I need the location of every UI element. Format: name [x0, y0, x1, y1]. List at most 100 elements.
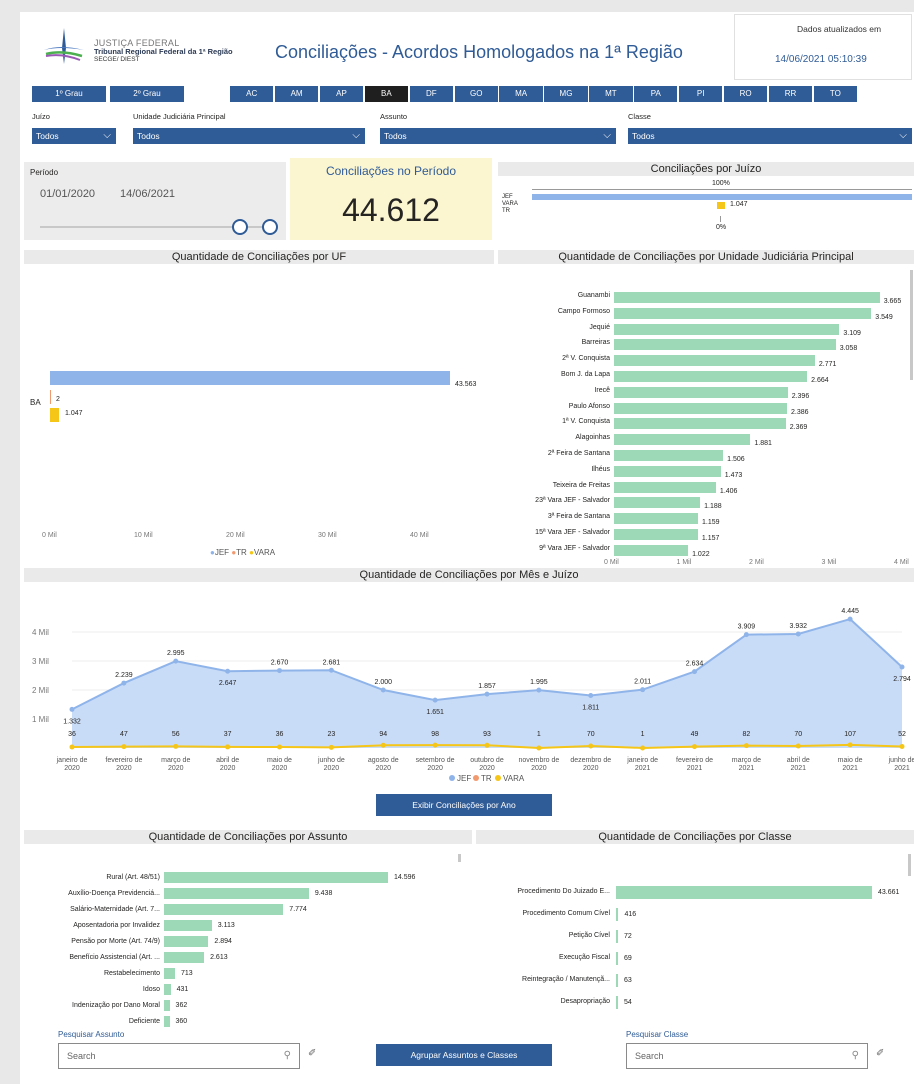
uf-bar-jef[interactable] — [50, 371, 450, 385]
juizo-bar-vara[interactable] — [717, 202, 725, 209]
uf-button-to[interactable]: TO — [813, 86, 858, 102]
scrollbar[interactable] — [908, 854, 911, 876]
assunto-bar[interactable] — [164, 920, 212, 931]
unidade-bar[interactable] — [614, 434, 751, 446]
eraser-icon[interactable]: ✐ — [876, 1048, 884, 1059]
period-end[interactable]: 14/06/2021 — [120, 188, 175, 200]
period-slider-handle-start[interactable] — [232, 219, 248, 235]
jef-point[interactable] — [588, 692, 594, 698]
unidade-bar[interactable] — [614, 513, 699, 525]
assunto-bar[interactable] — [164, 968, 175, 979]
jef-point[interactable] — [640, 687, 646, 693]
button-2-grau[interactable]: 2º Grau — [110, 86, 184, 102]
unidade-bar[interactable] — [614, 323, 840, 335]
unidade-bar[interactable] — [614, 481, 716, 493]
jef-point[interactable] — [743, 632, 749, 638]
jef-point[interactable] — [847, 616, 853, 622]
unidade-bar[interactable] — [614, 497, 701, 509]
vara-point[interactable] — [743, 743, 749, 749]
unidade-bar[interactable] — [614, 544, 689, 556]
vara-point[interactable] — [795, 743, 801, 749]
eraser-icon[interactable]: ✐ — [308, 1048, 316, 1059]
uf-bar-vara[interactable] — [50, 408, 59, 422]
assunto-bar[interactable] — [164, 1016, 170, 1027]
juizo-bar-jef[interactable] — [532, 194, 912, 200]
search-classe-input[interactable]: Search ⚲ — [626, 1043, 868, 1069]
jef-point[interactable] — [277, 668, 282, 674]
assunto-bar[interactable] — [164, 936, 209, 947]
unidade-bar[interactable] — [614, 465, 721, 477]
unidade-bar[interactable] — [614, 418, 786, 430]
vara-point[interactable] — [536, 745, 542, 751]
classe-bar[interactable] — [616, 908, 619, 921]
assunto-bar[interactable] — [164, 1000, 170, 1011]
vara-point[interactable] — [121, 744, 127, 750]
uf-button-am[interactable]: AM — [274, 86, 319, 102]
jef-point[interactable] — [69, 706, 75, 712]
unidade-bar[interactable] — [614, 339, 836, 351]
unidade-bar[interactable] — [614, 529, 698, 540]
uf-button-ro[interactable]: RO — [723, 86, 768, 102]
classe-bar[interactable] — [616, 930, 618, 943]
unidade-bar[interactable] — [614, 371, 808, 382]
exibir-por-ano-button[interactable]: Exibir Conciliações por Ano — [376, 794, 552, 816]
unidade-bar[interactable] — [614, 450, 724, 461]
jef-point[interactable] — [484, 691, 490, 697]
unidade-bar[interactable] — [614, 402, 787, 414]
jef-point[interactable] — [173, 658, 179, 664]
jef-point[interactable] — [121, 680, 127, 686]
vara-point[interactable] — [640, 745, 646, 751]
button-1-grau[interactable]: 1º Grau — [32, 86, 106, 102]
uf-button-ac[interactable]: AC — [230, 86, 274, 102]
jef-point[interactable] — [380, 687, 386, 693]
vara-point[interactable] — [225, 744, 231, 750]
filter-unidade-dropdown[interactable]: Todos ⌵ — [133, 128, 365, 144]
vara-point[interactable] — [173, 743, 179, 749]
assunto-bar[interactable] — [164, 984, 171, 995]
uf-bar-tr[interactable] — [50, 390, 51, 404]
vara-point[interactable] — [277, 744, 282, 750]
agrupar-button[interactable]: Agrupar Assuntos e Classes — [376, 1044, 552, 1066]
assunto-bar[interactable] — [164, 872, 388, 883]
vara-point[interactable] — [69, 744, 75, 750]
vara-point[interactable] — [432, 742, 438, 748]
uf-button-mt[interactable]: MT — [589, 86, 633, 102]
filter-juizo-dropdown[interactable]: Todos ⌵ — [32, 128, 116, 144]
assunto-bar[interactable] — [164, 952, 205, 963]
unidade-bar[interactable] — [614, 355, 815, 367]
filter-classe-dropdown[interactable]: Todos ⌵ — [628, 128, 912, 144]
search-assunto-input[interactable]: Search ⚲ — [58, 1043, 300, 1069]
uf-button-ma[interactable]: MA — [499, 86, 543, 102]
assunto-bar[interactable] — [164, 904, 284, 915]
uf-button-rr[interactable]: RR — [768, 86, 813, 102]
assunto-bar[interactable] — [164, 888, 309, 899]
jef-point[interactable] — [692, 669, 697, 675]
vara-point[interactable] — [380, 742, 386, 748]
period-slider-handle-end[interactable] — [262, 219, 278, 235]
uf-button-pa[interactable]: PA — [634, 86, 678, 102]
jef-point[interactable] — [795, 631, 801, 637]
classe-bar[interactable] — [616, 974, 618, 987]
vara-point[interactable] — [484, 742, 490, 748]
jef-point[interactable] — [899, 664, 905, 670]
uf-button-ba[interactable]: BA — [364, 86, 409, 102]
classe-bar[interactable] — [616, 996, 618, 1009]
scrollbar[interactable] — [458, 854, 461, 862]
vara-point[interactable] — [328, 744, 334, 750]
vara-point[interactable] — [847, 742, 853, 748]
jef-point[interactable] — [225, 668, 231, 674]
jef-point[interactable] — [536, 687, 542, 693]
unidade-bar[interactable] — [614, 292, 880, 303]
uf-button-mg[interactable]: MG — [544, 86, 588, 102]
unidade-bar[interactable] — [614, 307, 872, 319]
jef-point[interactable] — [432, 697, 438, 703]
period-start[interactable]: 01/01/2020 — [40, 188, 95, 200]
uf-button-df[interactable]: DF — [409, 86, 453, 102]
classe-bar[interactable] — [616, 952, 618, 965]
vara-point[interactable] — [588, 743, 594, 749]
vara-point[interactable] — [899, 743, 905, 749]
uf-button-ap[interactable]: AP — [319, 86, 364, 102]
jef-point[interactable] — [328, 667, 334, 673]
vara-point[interactable] — [692, 744, 697, 750]
filter-assunto-dropdown[interactable]: Todos ⌵ — [380, 128, 616, 144]
